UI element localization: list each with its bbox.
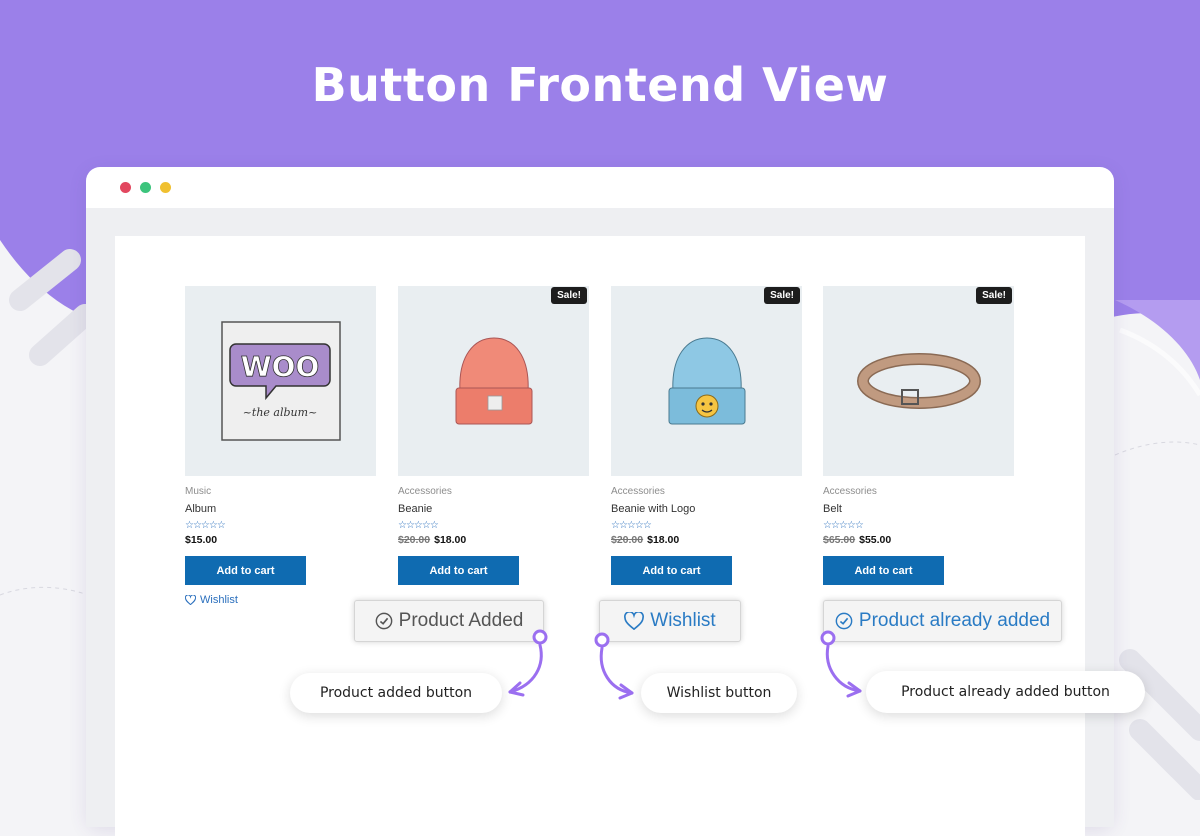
sale-badge: Sale! <box>551 287 587 304</box>
heart-icon <box>624 612 645 630</box>
belt-image[interactable]: Sale! <box>823 286 1014 476</box>
check-circle-icon <box>375 612 393 630</box>
check-circle-icon <box>835 612 853 630</box>
sale-price: $18.00 <box>647 534 680 546</box>
beanie-icon <box>455 337 532 425</box>
regular-price: $20.00 <box>611 534 644 546</box>
product-name[interactable]: Beanie with Logo <box>611 503 802 515</box>
product-price: $15.00 <box>185 534 376 546</box>
product-price: $65.00 $55.00 <box>823 534 1014 546</box>
svg-text:WOO: WOO <box>240 350 319 383</box>
rating-stars: ☆☆☆☆☆ <box>398 520 439 531</box>
product-name[interactable]: Belt <box>823 503 1014 515</box>
product-card-beanie: Sale! Accessories Beanie ☆☆☆☆☆ $20.00 $18… <box>398 286 589 585</box>
maximize-dot[interactable] <box>140 182 151 193</box>
minimize-dot[interactable] <box>160 182 171 193</box>
browser-window: WOO ~the album~ Music Album ☆☆☆☆☆ $15.00… <box>86 167 1114 836</box>
product-card-beanie-with-logo: Sale! Accessories Beanie with Logo ☆☆☆☆☆… <box>611 286 802 585</box>
callout-already-added: Product already added button <box>866 671 1145 713</box>
add-to-cart-button[interactable]: Add to cart <box>185 556 306 585</box>
beanie-logo-icon <box>668 337 745 425</box>
product-name[interactable]: Beanie <box>398 503 589 515</box>
sale-price: $18.00 <box>434 534 467 546</box>
already-added-label: Product already added <box>858 610 1051 631</box>
callout-wishlist: Wishlist button <box>641 673 797 713</box>
wishlist-link-label: Wishlist <box>200 594 238 606</box>
woo-album-image[interactable]: WOO ~the album~ <box>185 286 376 476</box>
product-category[interactable]: Accessories <box>611 486 802 497</box>
page-headline: Button Frontend View <box>311 58 889 112</box>
sale-price: $55.00 <box>859 534 892 546</box>
beanie-logo-image[interactable]: Sale! <box>611 286 802 476</box>
add-to-cart-button[interactable]: Add to cart <box>823 556 944 585</box>
rating-stars: ☆☆☆☆☆ <box>185 520 226 531</box>
add-to-cart-button[interactable]: Add to cart <box>611 556 732 585</box>
product-price: $20.00 $18.00 <box>398 534 589 546</box>
product-card-belt: Sale! Accessories Belt ☆☆☆☆☆ $65.00 $55.0… <box>823 286 1014 585</box>
sale-badge: Sale! <box>976 287 1012 304</box>
product-already-added-button-example[interactable]: Product already added <box>823 600 1062 642</box>
product-added-label: Product Added <box>398 610 524 631</box>
regular-price: $20.00 <box>398 534 431 546</box>
product-price: $20.00 $18.00 <box>611 534 802 546</box>
svg-text:~the album~: ~the album~ <box>242 406 317 419</box>
wishlist-link[interactable]: Wishlist <box>185 594 376 606</box>
shop-page: WOO ~the album~ Music Album ☆☆☆☆☆ $15.00… <box>115 236 1085 836</box>
product-added-button-example[interactable]: Product Added <box>354 600 544 642</box>
add-to-cart-button[interactable]: Add to cart <box>398 556 519 585</box>
wishlist-button-label: Wishlist <box>650 610 716 631</box>
callout-product-added: Product added button <box>290 673 502 713</box>
regular-price: $65.00 <box>823 534 856 546</box>
sale-badge: Sale! <box>764 287 800 304</box>
sale-price: $15.00 <box>185 534 218 546</box>
product-card-album: WOO ~the album~ Music Album ☆☆☆☆☆ $15.00… <box>185 286 376 606</box>
rating-stars: ☆☆☆☆☆ <box>823 520 864 531</box>
close-dot[interactable] <box>120 182 131 193</box>
product-category[interactable]: Accessories <box>823 486 1014 497</box>
browser-viewport: WOO ~the album~ Music Album ☆☆☆☆☆ $15.00… <box>86 208 1114 836</box>
product-category[interactable]: Music <box>185 486 376 497</box>
heart-icon <box>185 595 196 605</box>
rating-stars: ☆☆☆☆☆ <box>611 520 652 531</box>
wishlist-button-example[interactable]: Wishlist <box>599 600 741 642</box>
beanie-image[interactable]: Sale! <box>398 286 589 476</box>
window-controls <box>120 182 171 193</box>
album-art-icon: WOO ~the album~ <box>220 321 341 441</box>
belt-icon <box>856 353 981 409</box>
product-category[interactable]: Accessories <box>398 486 589 497</box>
product-name[interactable]: Album <box>185 503 376 515</box>
